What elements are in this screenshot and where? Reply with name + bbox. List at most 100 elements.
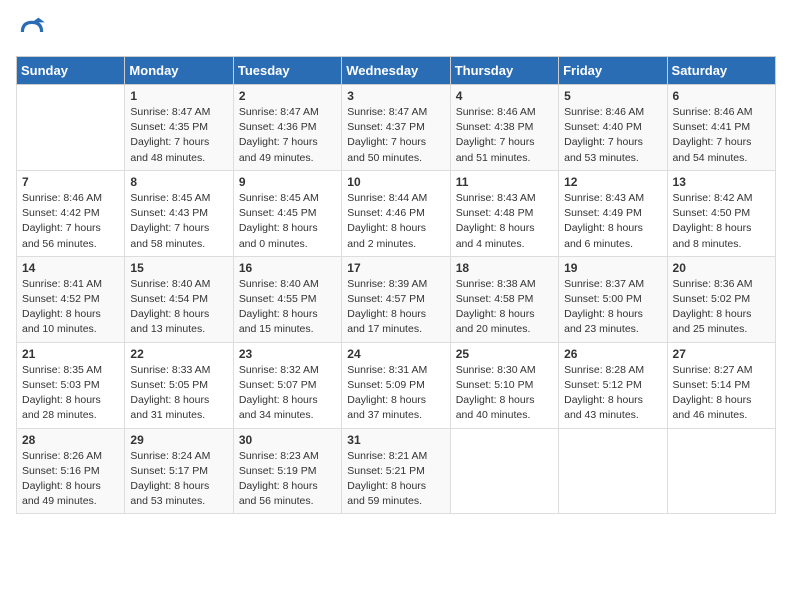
day-info: Sunrise: 8:39 AM Sunset: 4:57 PM Dayligh… bbox=[347, 277, 444, 338]
day-info: Sunrise: 8:43 AM Sunset: 4:48 PM Dayligh… bbox=[456, 191, 553, 252]
calendar-cell: 6 Sunrise: 8:46 AM Sunset: 4:41 PM Daylig… bbox=[667, 85, 775, 171]
day-number: 4 bbox=[456, 89, 553, 103]
day-number: 28 bbox=[22, 433, 119, 447]
day-info: Sunrise: 8:38 AM Sunset: 4:58 PM Dayligh… bbox=[456, 277, 553, 338]
day-number: 27 bbox=[673, 347, 770, 361]
week-row-4: 21 Sunrise: 8:35 AM Sunset: 5:03 PM Dayli… bbox=[17, 342, 776, 428]
day-info: Sunrise: 8:21 AM Sunset: 5:21 PM Dayligh… bbox=[347, 449, 444, 510]
day-number: 15 bbox=[130, 261, 227, 275]
day-number: 2 bbox=[239, 89, 336, 103]
calendar-cell bbox=[17, 85, 125, 171]
day-info: Sunrise: 8:26 AM Sunset: 5:16 PM Dayligh… bbox=[22, 449, 119, 510]
day-number: 31 bbox=[347, 433, 444, 447]
calendar-cell: 14 Sunrise: 8:41 AM Sunset: 4:52 PM Dayli… bbox=[17, 256, 125, 342]
day-number: 26 bbox=[564, 347, 661, 361]
day-number: 14 bbox=[22, 261, 119, 275]
calendar-cell: 1 Sunrise: 8:47 AM Sunset: 4:35 PM Daylig… bbox=[125, 85, 233, 171]
calendar-cell: 8 Sunrise: 8:45 AM Sunset: 4:43 PM Daylig… bbox=[125, 170, 233, 256]
day-info: Sunrise: 8:40 AM Sunset: 4:55 PM Dayligh… bbox=[239, 277, 336, 338]
calendar-header: SundayMondayTuesdayWednesdayThursdayFrid… bbox=[17, 57, 776, 85]
day-info: Sunrise: 8:43 AM Sunset: 4:49 PM Dayligh… bbox=[564, 191, 661, 252]
day-info: Sunrise: 8:31 AM Sunset: 5:09 PM Dayligh… bbox=[347, 363, 444, 424]
day-number: 22 bbox=[130, 347, 227, 361]
calendar-cell: 9 Sunrise: 8:45 AM Sunset: 4:45 PM Daylig… bbox=[233, 170, 341, 256]
day-number: 19 bbox=[564, 261, 661, 275]
day-number: 18 bbox=[456, 261, 553, 275]
calendar-cell: 22 Sunrise: 8:33 AM Sunset: 5:05 PM Dayli… bbox=[125, 342, 233, 428]
day-info: Sunrise: 8:33 AM Sunset: 5:05 PM Dayligh… bbox=[130, 363, 227, 424]
day-info: Sunrise: 8:47 AM Sunset: 4:37 PM Dayligh… bbox=[347, 105, 444, 166]
day-number: 13 bbox=[673, 175, 770, 189]
day-number: 21 bbox=[22, 347, 119, 361]
day-number: 30 bbox=[239, 433, 336, 447]
calendar-table: SundayMondayTuesdayWednesdayThursdayFrid… bbox=[16, 56, 776, 514]
day-number: 25 bbox=[456, 347, 553, 361]
page-header bbox=[16, 16, 776, 48]
day-info: Sunrise: 8:46 AM Sunset: 4:38 PM Dayligh… bbox=[456, 105, 553, 166]
day-number: 16 bbox=[239, 261, 336, 275]
day-info: Sunrise: 8:46 AM Sunset: 4:42 PM Dayligh… bbox=[22, 191, 119, 252]
header-row: SundayMondayTuesdayWednesdayThursdayFrid… bbox=[17, 57, 776, 85]
day-info: Sunrise: 8:47 AM Sunset: 4:35 PM Dayligh… bbox=[130, 105, 227, 166]
calendar-cell: 13 Sunrise: 8:42 AM Sunset: 4:50 PM Dayli… bbox=[667, 170, 775, 256]
calendar-cell: 3 Sunrise: 8:47 AM Sunset: 4:37 PM Daylig… bbox=[342, 85, 450, 171]
calendar-cell: 20 Sunrise: 8:36 AM Sunset: 5:02 PM Dayli… bbox=[667, 256, 775, 342]
calendar-cell: 4 Sunrise: 8:46 AM Sunset: 4:38 PM Daylig… bbox=[450, 85, 558, 171]
day-info: Sunrise: 8:23 AM Sunset: 5:19 PM Dayligh… bbox=[239, 449, 336, 510]
calendar-cell bbox=[450, 428, 558, 514]
day-info: Sunrise: 8:36 AM Sunset: 5:02 PM Dayligh… bbox=[673, 277, 770, 338]
header-cell-monday: Monday bbox=[125, 57, 233, 85]
week-row-2: 7Sunrise: 8:46 AM Sunset: 4:42 PM Daylig… bbox=[17, 170, 776, 256]
day-number: 5 bbox=[564, 89, 661, 103]
day-number: 12 bbox=[564, 175, 661, 189]
day-number: 23 bbox=[239, 347, 336, 361]
week-row-5: 28 Sunrise: 8:26 AM Sunset: 5:16 PM Dayli… bbox=[17, 428, 776, 514]
header-cell-saturday: Saturday bbox=[667, 57, 775, 85]
day-number: 8 bbox=[130, 175, 227, 189]
calendar-cell: 25Sunrise: 8:30 AM Sunset: 5:10 PM Dayli… bbox=[450, 342, 558, 428]
header-cell-sunday: Sunday bbox=[17, 57, 125, 85]
day-info: Sunrise: 8:45 AM Sunset: 4:43 PM Dayligh… bbox=[130, 191, 227, 252]
calendar-cell: 30 Sunrise: 8:23 AM Sunset: 5:19 PM Dayli… bbox=[233, 428, 341, 514]
day-number: 17 bbox=[347, 261, 444, 275]
calendar-body: 1 Sunrise: 8:47 AM Sunset: 4:35 PM Daylig… bbox=[17, 85, 776, 514]
calendar-cell: 2 Sunrise: 8:47 AM Sunset: 4:36 PM Daylig… bbox=[233, 85, 341, 171]
day-info: Sunrise: 8:37 AM Sunset: 5:00 PM Dayligh… bbox=[564, 277, 661, 338]
calendar-cell: 24 Sunrise: 8:31 AM Sunset: 5:09 PM Dayli… bbox=[342, 342, 450, 428]
day-info: Sunrise: 8:35 AM Sunset: 5:03 PM Dayligh… bbox=[22, 363, 119, 424]
header-cell-wednesday: Wednesday bbox=[342, 57, 450, 85]
day-info: Sunrise: 8:40 AM Sunset: 4:54 PM Dayligh… bbox=[130, 277, 227, 338]
day-number: 6 bbox=[673, 89, 770, 103]
day-number: 1 bbox=[130, 89, 227, 103]
day-number: 3 bbox=[347, 89, 444, 103]
day-info: Sunrise: 8:44 AM Sunset: 4:46 PM Dayligh… bbox=[347, 191, 444, 252]
week-row-3: 14 Sunrise: 8:41 AM Sunset: 4:52 PM Dayli… bbox=[17, 256, 776, 342]
calendar-cell: 15 Sunrise: 8:40 AM Sunset: 4:54 PM Dayli… bbox=[125, 256, 233, 342]
day-info: Sunrise: 8:46 AM Sunset: 4:41 PM Dayligh… bbox=[673, 105, 770, 166]
calendar-cell: 26Sunrise: 8:28 AM Sunset: 5:12 PM Dayli… bbox=[559, 342, 667, 428]
calendar-cell: 27Sunrise: 8:27 AM Sunset: 5:14 PM Dayli… bbox=[667, 342, 775, 428]
day-number: 9 bbox=[239, 175, 336, 189]
header-cell-thursday: Thursday bbox=[450, 57, 558, 85]
calendar-cell: 23 Sunrise: 8:32 AM Sunset: 5:07 PM Dayli… bbox=[233, 342, 341, 428]
calendar-cell: 17 Sunrise: 8:39 AM Sunset: 4:57 PM Dayli… bbox=[342, 256, 450, 342]
calendar-cell: 21 Sunrise: 8:35 AM Sunset: 5:03 PM Dayli… bbox=[17, 342, 125, 428]
week-row-1: 1 Sunrise: 8:47 AM Sunset: 4:35 PM Daylig… bbox=[17, 85, 776, 171]
header-cell-tuesday: Tuesday bbox=[233, 57, 341, 85]
day-number: 24 bbox=[347, 347, 444, 361]
day-info: Sunrise: 8:32 AM Sunset: 5:07 PM Dayligh… bbox=[239, 363, 336, 424]
day-info: Sunrise: 8:47 AM Sunset: 4:36 PM Dayligh… bbox=[239, 105, 336, 166]
calendar-cell: 11Sunrise: 8:43 AM Sunset: 4:48 PM Dayli… bbox=[450, 170, 558, 256]
day-info: Sunrise: 8:41 AM Sunset: 4:52 PM Dayligh… bbox=[22, 277, 119, 338]
calendar-cell: 18 Sunrise: 8:38 AM Sunset: 4:58 PM Dayli… bbox=[450, 256, 558, 342]
day-info: Sunrise: 8:24 AM Sunset: 5:17 PM Dayligh… bbox=[130, 449, 227, 510]
calendar-cell bbox=[559, 428, 667, 514]
calendar-cell: 28 Sunrise: 8:26 AM Sunset: 5:16 PM Dayli… bbox=[17, 428, 125, 514]
day-info: Sunrise: 8:45 AM Sunset: 4:45 PM Dayligh… bbox=[239, 191, 336, 252]
calendar-cell: 7Sunrise: 8:46 AM Sunset: 4:42 PM Daylig… bbox=[17, 170, 125, 256]
day-info: Sunrise: 8:42 AM Sunset: 4:50 PM Dayligh… bbox=[673, 191, 770, 252]
header-cell-friday: Friday bbox=[559, 57, 667, 85]
calendar-cell: 16 Sunrise: 8:40 AM Sunset: 4:55 PM Dayli… bbox=[233, 256, 341, 342]
day-number: 20 bbox=[673, 261, 770, 275]
calendar-cell: 19 Sunrise: 8:37 AM Sunset: 5:00 PM Dayli… bbox=[559, 256, 667, 342]
